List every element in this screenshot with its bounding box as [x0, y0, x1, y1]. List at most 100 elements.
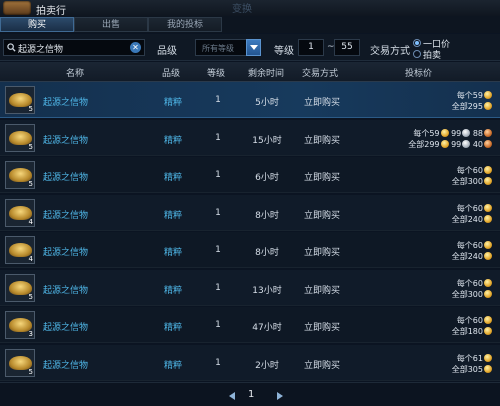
gold-coin-icon	[484, 364, 492, 373]
item-grade: 精粹	[163, 248, 182, 258]
item-slot[interactable]: 4	[5, 236, 35, 264]
gold-coin-icon	[440, 128, 449, 137]
price-amount: 40	[472, 139, 483, 149]
search-input[interactable]: 起源之信物 ✕	[3, 39, 145, 56]
item-slot[interactable]: 4	[5, 198, 35, 227]
price-amount: 全部240	[451, 214, 483, 224]
tab-my-bids[interactable]: 我的投标	[148, 17, 222, 32]
total-price: 全部295	[452, 101, 492, 112]
item-slot[interactable]: 3	[5, 311, 35, 339]
next-page-icon[interactable]	[277, 392, 283, 400]
item-name: 起源之信物	[43, 98, 89, 108]
gold-coin-icon	[440, 139, 449, 148]
clear-icon[interactable]: ✕	[130, 42, 141, 53]
item-slot[interactable]: 5	[5, 273, 35, 302]
radio-auction[interactable]	[413, 50, 421, 58]
price-amount: 每个60	[456, 241, 483, 250]
unit-price: 每个61	[457, 353, 492, 364]
level-min-input[interactable]: 1	[298, 39, 324, 56]
silver-coin-icon	[462, 128, 471, 137]
level-max-input[interactable]: 55	[334, 39, 360, 56]
silver-coin-icon	[462, 139, 471, 148]
trade-method-label: 交易方式	[370, 46, 410, 57]
gold-coin-icon	[484, 203, 492, 212]
background-label: 变换	[232, 4, 252, 15]
time-left: 15小时	[252, 135, 282, 146]
item-grade: 精粹	[163, 173, 182, 183]
trade-method: 立即购买	[303, 323, 340, 333]
table-row[interactable]: 3 起源之信物 精粹 1 47小时 立即购买 每个60 全部180	[0, 307, 500, 343]
trade-method: 立即购买	[303, 98, 340, 108]
unit-price: 每个60	[457, 240, 492, 251]
level-label: 等级	[274, 46, 294, 57]
unit-price: 每个60	[457, 278, 492, 289]
column-level[interactable]: 等级	[207, 66, 225, 79]
item-stack-count: 5	[28, 367, 33, 376]
price-amount: 全部305	[451, 364, 483, 374]
trade-method: 立即购买	[303, 135, 340, 146]
total-price: 全部180	[452, 326, 492, 337]
table-row[interactable]: 5 起源之信物 精粹 1 5小时 立即购买 每个59 全部295	[0, 82, 500, 118]
window-title: 拍卖行	[36, 6, 66, 17]
tab-buy[interactable]: 购买	[0, 17, 74, 32]
column-trade-method[interactable]: 交易方式	[302, 66, 338, 79]
gold-coin-icon	[484, 278, 492, 287]
item-stack-count: 3	[28, 330, 33, 338]
tab-bar: 购买 出售 我的投标	[0, 16, 500, 33]
time-left: 13小时	[252, 285, 282, 296]
table-row[interactable]: 4 起源之信物 精粹 1 8小时 立即购买 每个60 全部240	[0, 232, 500, 268]
price-amount: 99	[451, 139, 462, 149]
copper-coin-icon	[484, 139, 492, 148]
total-price: 全部299 99 40	[408, 139, 492, 150]
gold-coin-icon	[484, 102, 492, 110]
price-amount: 全部180	[451, 327, 483, 336]
column-bid-price[interactable]: 投标价	[405, 66, 432, 79]
column-grade[interactable]: 品级	[162, 66, 180, 79]
trade-method: 立即购买	[303, 210, 340, 221]
item-stack-count: 5	[28, 180, 33, 188]
gold-coin-icon	[484, 241, 492, 249]
item-slot[interactable]: 5	[5, 86, 35, 114]
gold-coin-icon	[484, 177, 492, 185]
total-price: 全部305	[452, 364, 492, 375]
previous-page-icon[interactable]	[229, 392, 235, 400]
item-slot[interactable]: 5	[5, 161, 35, 189]
gold-coin-icon	[484, 214, 492, 223]
item-slot[interactable]: 5	[5, 123, 35, 152]
table-row[interactable]: 4 起源之信物 精粹 1 8小时 立即购买 每个60 全部240	[0, 194, 500, 231]
total-price: 全部300	[452, 176, 492, 187]
page-number: 1	[248, 389, 255, 400]
trade-method: 立即购买	[303, 285, 340, 296]
item-name: 起源之信物	[43, 135, 89, 146]
table-row[interactable]: 5 起源之信物 精粹 1 15小时 立即购买 每个59 99 88 全部299 99 40	[0, 119, 500, 156]
table-row[interactable]: 5 起源之信物 精粹 1 6小时 立即购买 每个60 全部300	[0, 157, 500, 193]
quality-label: 品级	[157, 46, 177, 57]
price-amount: 全部300	[451, 177, 483, 186]
unit-price: 每个60	[457, 203, 492, 214]
column-time-left[interactable]: 剩余时间	[248, 66, 284, 79]
quality-dropdown-button[interactable]	[246, 39, 261, 56]
radio-buyout[interactable]	[413, 39, 421, 47]
item-stack-count: 5	[28, 105, 33, 113]
tab-sell[interactable]: 出售	[74, 17, 148, 32]
item-grade: 精粹	[163, 360, 182, 371]
listing-table: 5 起源之信物 精粹 1 5小时 立即购买 每个59 全部295 5 起源之信物 精粹 1 15小时 立即…	[0, 82, 500, 382]
item-stack-count: 4	[28, 217, 33, 226]
item-slot[interactable]: 5	[5, 348, 35, 377]
gold-coin-icon	[484, 91, 492, 99]
column-name[interactable]: 名称	[66, 66, 84, 79]
item-stack-count: 4	[28, 255, 33, 263]
table-row[interactable]: 5 起源之信物 精粹 1 13小时 立即购买 每个60 全部300	[0, 269, 500, 306]
item-stack-count: 5	[28, 142, 33, 151]
unit-price: 每个59	[457, 90, 492, 101]
trade-method: 立即购买	[303, 173, 340, 183]
radio-auction-label[interactable]: 拍卖	[423, 48, 441, 61]
item-level: 1	[215, 357, 221, 368]
price-amount: 每个61	[456, 353, 483, 363]
total-price: 全部240	[452, 251, 492, 262]
item-stack-count: 5	[28, 292, 33, 301]
table-row[interactable]: 5 起源之信物 精粹 1 2小时 立即购买 每个61 全部305	[0, 344, 500, 381]
time-left: 8小时	[255, 210, 279, 221]
gold-coin-icon	[484, 166, 492, 174]
trade-method: 立即购买	[303, 360, 340, 371]
